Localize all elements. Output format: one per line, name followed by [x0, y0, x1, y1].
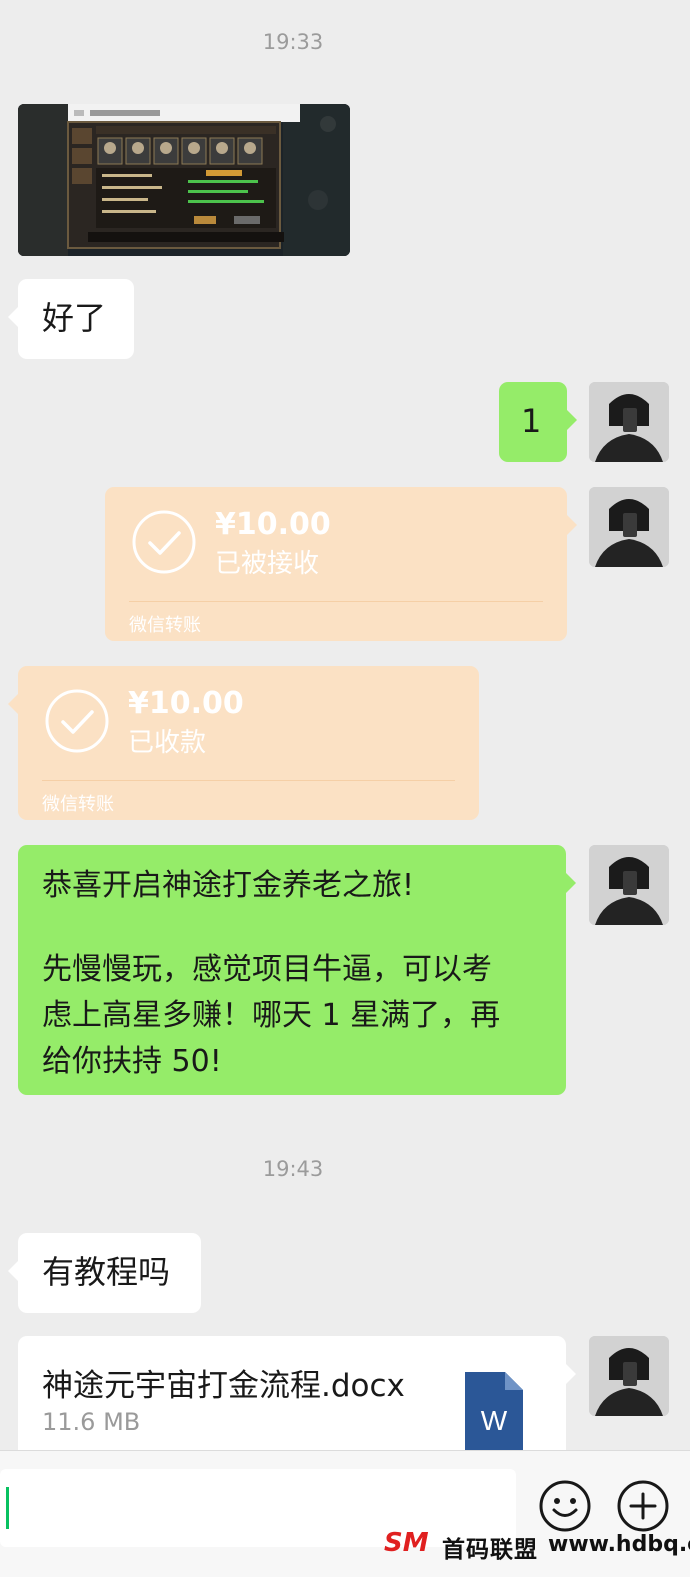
transfer-amount: ¥10.00 [128, 686, 244, 721]
watermark-name: 首码联盟 [442, 1537, 538, 1563]
timestamp: 19:43 [262, 1157, 324, 1181]
text-caret [6, 1487, 9, 1529]
emoji-icon[interactable] [538, 1479, 592, 1533]
image-message[interactable] [18, 104, 350, 256]
avatar[interactable] [589, 1336, 669, 1416]
received-message-bubble[interactable]: 好了 [8, 279, 134, 359]
timestamp: 19:33 [262, 30, 324, 54]
watermark-url: www.hdbq.cc [548, 1532, 690, 1557]
plus-icon[interactable] [616, 1479, 670, 1533]
divider [129, 601, 543, 602]
transfer-amount: ¥10.00 [215, 507, 331, 542]
watermark: SM 首码联盟 www.hdbq.cc [384, 1528, 690, 1576]
file-message-card[interactable]: 神途元宇宙打金流程.docx 11.6 MB W [18, 1336, 576, 1466]
divider [42, 780, 455, 781]
sent-message-bubble[interactable]: 恭喜开启神途打金养老之旅! 先慢慢玩，感觉项目牛逼，可以考 虑上高星多赚！哪天 … [18, 845, 576, 1095]
sent-message-bubble[interactable]: 1 [499, 382, 577, 462]
avatar[interactable] [589, 487, 669, 567]
message-line: 给你扶持 50! [42, 1044, 222, 1079]
message-text: 1 [521, 402, 542, 440]
message-text: 好了 [42, 299, 107, 337]
transfer-footer: 微信转账 [42, 794, 114, 815]
game-screenshot-image [18, 104, 350, 256]
avatar[interactable] [589, 382, 669, 462]
transfer-footer: 微信转账 [129, 615, 201, 636]
message-line: 恭喜开启神途打金养老之旅! [42, 868, 415, 903]
transfer-status: 已收款 [128, 728, 207, 758]
word-doc-icon: W [465, 1372, 523, 1450]
watermark-logo: SM [384, 1528, 429, 1558]
file-size: 11.6 MB [42, 1408, 141, 1436]
transfer-status: 已被接收 [215, 549, 320, 579]
message-line: 虑上高星多赚！哪天 1 星满了，再 [42, 998, 501, 1033]
avatar[interactable] [589, 845, 669, 925]
transfer-card-received[interactable]: ¥10.00 已收款 微信转账 [8, 666, 479, 820]
received-message-bubble[interactable]: 有教程吗 [8, 1233, 201, 1313]
check-circle-icon [132, 510, 196, 574]
svg-text:W: W [481, 1405, 508, 1436]
check-circle-icon [45, 689, 109, 753]
message-line: 先慢慢玩，感觉项目牛逼，可以考 [42, 952, 492, 987]
message-text: 有教程吗 [42, 1253, 171, 1291]
file-name: 神途元宇宙打金流程.docx [42, 1368, 405, 1404]
transfer-card-accepted[interactable]: ¥10.00 已被接收 微信转账 [105, 487, 577, 641]
